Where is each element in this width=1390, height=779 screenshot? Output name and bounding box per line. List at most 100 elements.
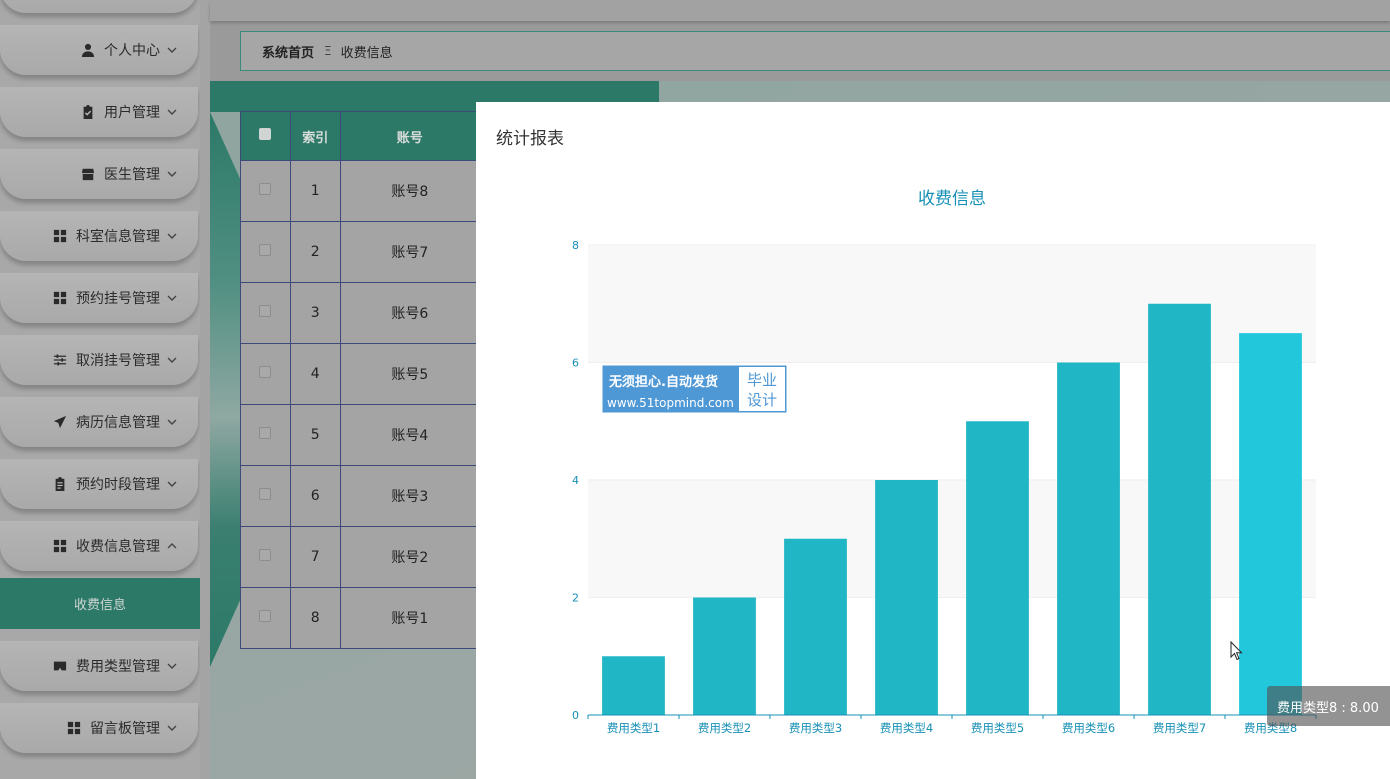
x-tick-label: 费用类型1: [607, 721, 660, 735]
watermark-text: www.51topmind.com: [607, 396, 734, 410]
chevron-down-icon: [166, 354, 178, 366]
sidebar-divider: [200, 0, 210, 779]
row-index: 7: [289, 526, 341, 588]
user-icon: [80, 42, 96, 58]
sidebar-item-4[interactable]: 科室信息管理: [0, 211, 198, 261]
chart-tooltip: 费用类型8 : 8.00: [1267, 686, 1390, 726]
watermark-side-text: 毕业: [747, 371, 777, 389]
chevron-down-icon: [166, 230, 178, 242]
grid-icon: [52, 290, 68, 306]
row-select-cell[interactable]: [240, 587, 291, 649]
watermark-logo: 无须担心.自动发货 www.51topmind.com 毕业设计: [602, 365, 787, 413]
row-account: 账号2: [339, 526, 481, 588]
sidebar-item-9[interactable]: 收费信息管理: [0, 521, 198, 571]
grid-icon: [52, 228, 68, 244]
row-index: 1: [289, 160, 341, 222]
sidebar-item-7[interactable]: 病历信息管理: [0, 397, 198, 447]
table-row[interactable]: 6 账号3: [240, 465, 481, 527]
submenu-item-fee-info[interactable]: 收费信息: [0, 578, 200, 629]
row-select-cell[interactable]: [240, 404, 291, 466]
x-tick-label: 费用类型4: [880, 721, 933, 735]
chevron-down-icon: [166, 44, 178, 56]
sidebar-item-10[interactable]: 费用类型管理: [0, 641, 198, 691]
sidebar-item-label: 留言板管理: [90, 721, 160, 737]
row-account: 账号8: [339, 160, 481, 222]
row-checkbox[interactable]: [259, 244, 272, 256]
sidebar-item-6[interactable]: 取消挂号管理: [0, 335, 198, 385]
table-row[interactable]: 8 账号1: [240, 587, 481, 649]
sidebar-item-label: 收费信息管理: [76, 539, 160, 555]
row-checkbox[interactable]: [259, 427, 272, 439]
row-checkbox[interactable]: [259, 488, 272, 500]
vr-icon: [52, 658, 68, 674]
bar-chart: 0 2 4 6 8 收费信息费用类型1 费用类型2 费用类型3 费用类型4 费用类型5 费用类型6 费…: [572, 189, 1317, 735]
x-tick-label: 费用类型6: [1062, 721, 1115, 735]
row-account: 账号1: [339, 587, 481, 649]
table-row[interactable]: 5 账号4: [240, 404, 481, 466]
bar-8: [1239, 333, 1302, 715]
grid-icon: [52, 538, 68, 554]
row-account: 账号4: [339, 404, 481, 466]
bar-1: [602, 656, 665, 715]
sidebar-item-label: 取消挂号管理: [76, 353, 160, 369]
sidebar-item-8[interactable]: 预约时段管理: [0, 459, 198, 509]
row-checkbox[interactable]: [259, 183, 272, 195]
chevron-down-icon: [166, 292, 178, 304]
table-row[interactable]: 7 账号2: [240, 526, 481, 588]
top-bar: [210, 0, 1390, 21]
row-checkbox[interactable]: [259, 305, 272, 317]
sidebar-item-label: 用户管理: [104, 105, 160, 121]
sidebar-item-11[interactable]: 留言板管理: [0, 703, 198, 753]
row-select-cell[interactable]: [240, 465, 291, 527]
row-select-cell[interactable]: [240, 160, 291, 222]
table-row[interactable]: 2 账号7: [240, 221, 481, 283]
bar-7: [1148, 303, 1211, 715]
y-tick-label: 6: [572, 357, 579, 370]
row-index: 5: [289, 404, 341, 466]
bar-5: [966, 421, 1029, 715]
send-icon: [52, 414, 68, 430]
y-tick-label: 0: [572, 709, 579, 722]
sidebar-item-0[interactable]: [0, 0, 198, 13]
column-header-index: 索引: [289, 111, 341, 161]
row-select-cell[interactable]: [240, 221, 291, 283]
bar-2: [693, 597, 756, 715]
row-checkbox[interactable]: [259, 549, 272, 561]
row-select-cell[interactable]: [240, 526, 291, 588]
row-select-cell[interactable]: [240, 343, 291, 405]
chevron-down-icon: [166, 660, 178, 672]
chart-title: 收费信息: [918, 189, 986, 209]
watermark-side-text: 设计: [747, 391, 777, 409]
chevron-up-icon: [166, 540, 178, 552]
chevron-down-icon: [166, 106, 178, 118]
sidebar-item-1[interactable]: 个人中心: [0, 25, 198, 75]
watermark-text: 无须担心.自动发货: [608, 374, 718, 390]
row-account: 账号3: [339, 465, 481, 527]
breadcrumb-separator: Ξ: [324, 44, 332, 58]
x-tick-label: 费用类型3: [789, 721, 842, 735]
sidebar-item-label: 病历信息管理: [76, 415, 160, 431]
breadcrumb-home[interactable]: 系统首页: [262, 42, 314, 61]
row-checkbox[interactable]: [259, 610, 272, 622]
sidebar-item-label: 个人中心: [104, 43, 160, 59]
row-checkbox[interactable]: [259, 366, 272, 378]
table-row[interactable]: 4 账号5: [240, 343, 481, 405]
bar-3: [784, 538, 847, 715]
sidebar-item-2[interactable]: 用户管理: [0, 87, 198, 137]
select-all-checkbox[interactable]: [259, 128, 272, 140]
decorative-band: [210, 112, 240, 667]
y-tick-label: 4: [572, 474, 579, 487]
grid-icon: [66, 720, 82, 736]
row-index: 2: [289, 221, 341, 283]
sliders-icon: [52, 352, 68, 368]
select-all-header[interactable]: [240, 111, 291, 161]
chevron-down-icon: [166, 478, 178, 490]
table-row[interactable]: 3 账号6: [240, 282, 481, 344]
sidebar-item-5[interactable]: 预约挂号管理: [0, 273, 198, 323]
breadcrumb: 系统首页 Ξ 收费信息: [240, 31, 1390, 71]
sidebar-item-label: 医生管理: [104, 167, 160, 183]
sidebar-item-3[interactable]: 医生管理: [0, 149, 198, 199]
breadcrumb-current: 收费信息: [340, 45, 393, 61]
table-row[interactable]: 1 账号8: [240, 160, 481, 222]
row-select-cell[interactable]: [240, 282, 291, 344]
